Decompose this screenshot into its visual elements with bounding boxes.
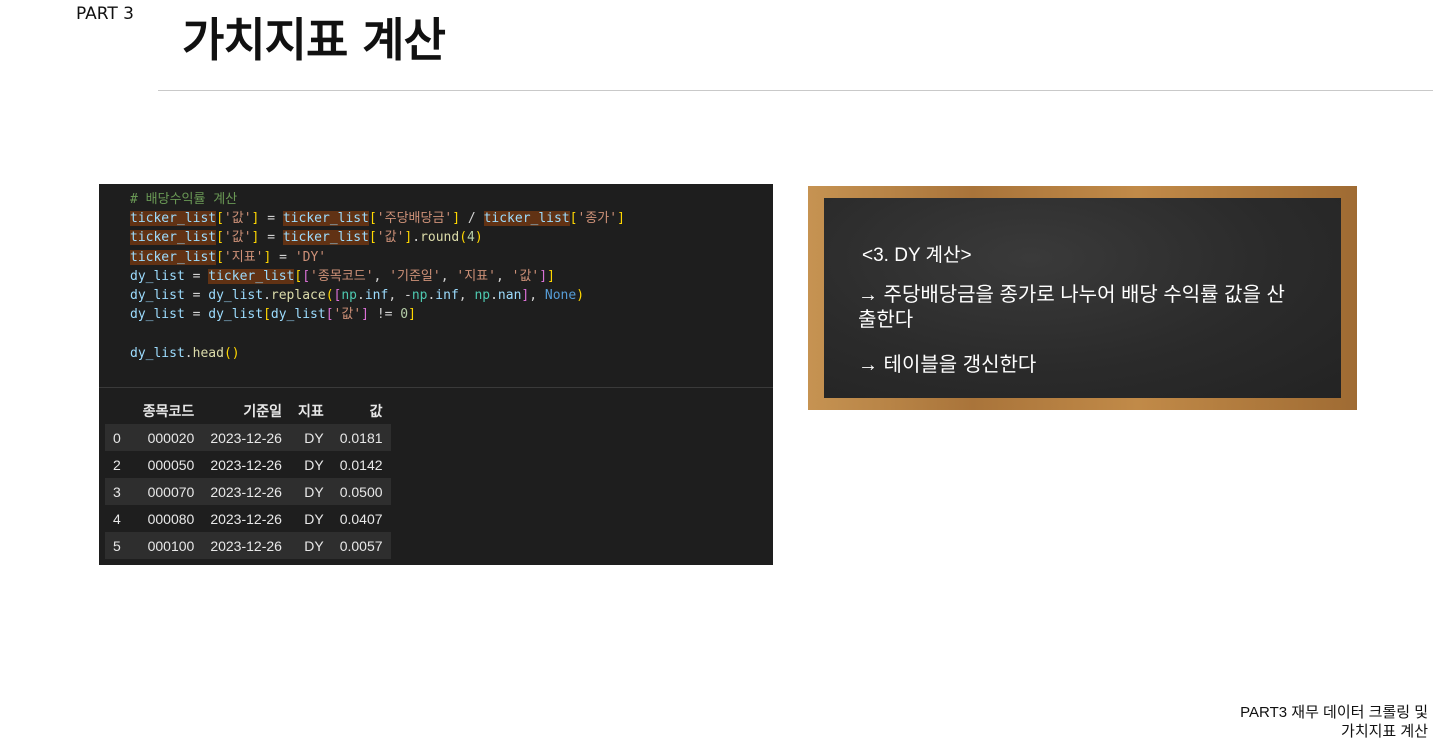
- cell-indicator: DY: [304, 537, 324, 554]
- footer-line: PART3 재무 데이터 크롤링 및: [1240, 704, 1428, 721]
- footer-line: 가치지표 계산: [1341, 723, 1428, 740]
- code-line: # 배당수익률 계산: [130, 192, 238, 207]
- row-index: 0: [113, 429, 121, 446]
- code-line: ticker_list['값'] = ticker_list['값'].roun…: [130, 230, 483, 246]
- cell-code: 000020: [147, 429, 195, 446]
- cell-value: 0.0142: [339, 456, 383, 473]
- cell-date: 2023-12-26: [210, 483, 282, 500]
- column-header: 값: [369, 402, 383, 419]
- part-label: PART 3: [76, 4, 134, 24]
- chalkboard-heading: <3. DY 계산>: [862, 245, 972, 266]
- table-row: 5 000100 2023-12-26 DY 0.0057: [105, 532, 391, 559]
- row-index: 3: [113, 483, 121, 500]
- code-line: ticker_list['지표'] = 'DY': [130, 249, 327, 265]
- cell-code: 000080: [147, 510, 195, 527]
- dataframe-output: 종목코드 기준일 지표 값 0 000020 2023-12-26 DY 0.0…: [105, 397, 391, 559]
- column-header: 지표: [297, 402, 324, 419]
- table-row: 2 000050 2023-12-26 DY 0.0142: [105, 451, 391, 478]
- cell-value: 0.0057: [339, 537, 383, 554]
- cell-date: 2023-12-26: [210, 456, 282, 473]
- cell-date: 2023-12-26: [210, 429, 282, 446]
- cell-code: 000050: [147, 456, 195, 473]
- cell-value: 0.0181: [339, 429, 383, 446]
- row-index: 4: [113, 510, 121, 527]
- chalkboard-bullet: → 주당배당금을 종가로 나누어 배당 수익률 값을 산출한다: [858, 284, 1285, 331]
- code-screenshot: # 배당수익률 계산 ticker_list['값'] = ticker_lis…: [99, 184, 773, 565]
- table-row: 0 000020 2023-12-26 DY 0.0181: [105, 424, 391, 451]
- cell-date: 2023-12-26: [210, 537, 282, 554]
- page-title: 가치지표 계산: [182, 13, 446, 67]
- table-row: 4 000080 2023-12-26 DY 0.0407: [105, 505, 391, 532]
- code-line: dy_list.head(): [130, 345, 240, 361]
- cell-indicator: DY: [304, 510, 324, 527]
- title-divider: [158, 90, 1433, 91]
- column-header: 기준일: [243, 402, 282, 419]
- code-line: dy_list = ticker_list[['종목코드', '기준일', '지…: [130, 268, 555, 284]
- table-row: 3 000070 2023-12-26 DY 0.0500: [105, 478, 391, 505]
- cell-code: 000070: [147, 483, 195, 500]
- cell-separator: [99, 387, 773, 388]
- code-line: dy_list = dy_list[dy_list['값'] != 0]: [130, 307, 416, 323]
- cell-value: 0.0407: [339, 510, 383, 527]
- index-header: [105, 397, 135, 424]
- cell-indicator: DY: [304, 456, 324, 473]
- cell-value: 0.0500: [339, 483, 383, 500]
- chalkboard-frame: <3. DY 계산> → 주당배당금을 종가로 나누어 배당 수익률 값을 산출…: [808, 186, 1357, 410]
- chalkboard: <3. DY 계산> → 주당배당금을 종가로 나누어 배당 수익률 값을 산출…: [824, 198, 1341, 398]
- row-index: 5: [113, 537, 121, 554]
- row-index: 2: [113, 456, 121, 473]
- cell-indicator: DY: [304, 429, 324, 446]
- chalkboard-bullet: → 테이블을 갱신한다: [858, 354, 1037, 376]
- code-lines: # 배당수익률 계산 ticker_list['값'] = ticker_lis…: [130, 190, 625, 363]
- cell-date: 2023-12-26: [210, 510, 282, 527]
- footer-caption: PART3 재무 데이터 크롤링 및 가치지표 계산: [1240, 703, 1428, 741]
- cell-indicator: DY: [304, 483, 324, 500]
- code-line: dy_list = dy_list.replace([np.inf, -np.i…: [130, 287, 585, 303]
- column-header: 종목코드: [142, 402, 195, 419]
- cell-code: 000100: [147, 537, 195, 554]
- code-line: ticker_list['값'] = ticker_list['주당배당금'] …: [130, 211, 625, 227]
- code-cell: # 배당수익률 계산 ticker_list['값'] = ticker_lis…: [99, 184, 773, 387]
